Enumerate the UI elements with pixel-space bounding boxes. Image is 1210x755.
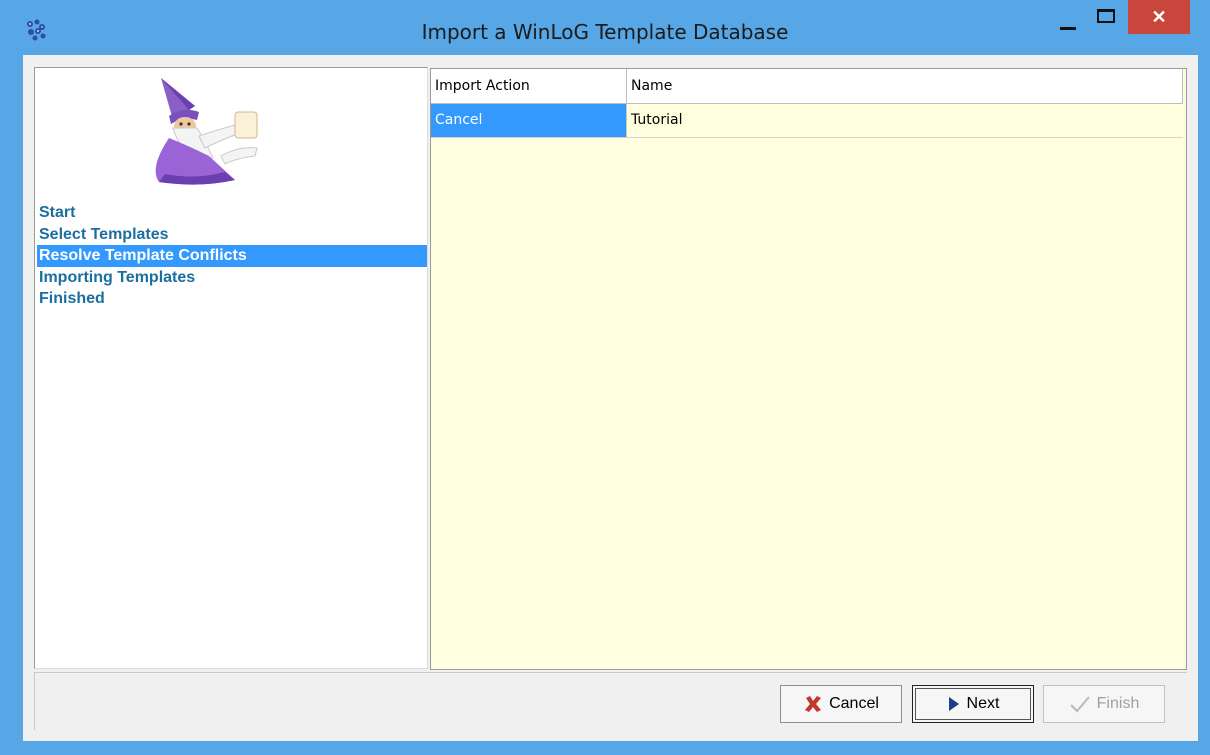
minimize-icon bbox=[1060, 27, 1076, 30]
wizard-step-list: Start Select Templates Resolve Template … bbox=[37, 202, 427, 310]
import-template-window: Import a WinLoG Template Database ✕ Star… bbox=[0, 0, 1210, 755]
conflict-grid[interactable]: Import Action Name Cancel Tutorial bbox=[430, 68, 1187, 670]
finish-label: Finish bbox=[1096, 695, 1140, 712]
button-bar: Cancel Next Finish bbox=[34, 672, 1187, 730]
maximize-button[interactable] bbox=[1090, 0, 1126, 36]
next-button[interactable]: Next bbox=[912, 685, 1034, 723]
step-finished[interactable]: Finished bbox=[37, 288, 427, 310]
step-select-templates[interactable]: Select Templates bbox=[37, 224, 427, 246]
minimize-button[interactable] bbox=[1046, 0, 1090, 36]
maximize-icon bbox=[1097, 9, 1115, 23]
red-x-icon bbox=[805, 696, 822, 712]
import-action-cell[interactable]: Cancel bbox=[431, 104, 627, 137]
name-cell[interactable]: Tutorial bbox=[627, 104, 1183, 137]
close-button[interactable]: ✕ bbox=[1128, 0, 1190, 34]
dialog-client-area: Start Select Templates Resolve Template … bbox=[23, 55, 1198, 741]
column-header-name[interactable]: Name bbox=[627, 69, 1183, 103]
wizard-image bbox=[155, 78, 258, 185]
window-title: Import a WinLoG Template Database bbox=[421, 20, 789, 44]
finish-button[interactable]: Finish bbox=[1043, 685, 1165, 723]
step-start[interactable]: Start bbox=[37, 202, 427, 224]
check-icon bbox=[1069, 696, 1090, 713]
wizard-steps-panel: Start Select Templates Resolve Template … bbox=[34, 67, 428, 669]
close-icon: ✕ bbox=[1151, 7, 1167, 27]
next-label: Next bbox=[966, 695, 1000, 712]
play-triangle-icon bbox=[948, 697, 959, 711]
grid-header: Import Action Name bbox=[431, 69, 1183, 104]
table-row[interactable]: Cancel Tutorial bbox=[431, 104, 1183, 138]
cancel-label: Cancel bbox=[829, 695, 879, 712]
column-header-import-action[interactable]: Import Action bbox=[431, 69, 627, 103]
step-importing-templates[interactable]: Importing Templates bbox=[37, 267, 427, 289]
cancel-button[interactable]: Cancel bbox=[780, 685, 902, 723]
step-resolve-template-conflicts[interactable]: Resolve Template Conflicts bbox=[37, 245, 427, 267]
